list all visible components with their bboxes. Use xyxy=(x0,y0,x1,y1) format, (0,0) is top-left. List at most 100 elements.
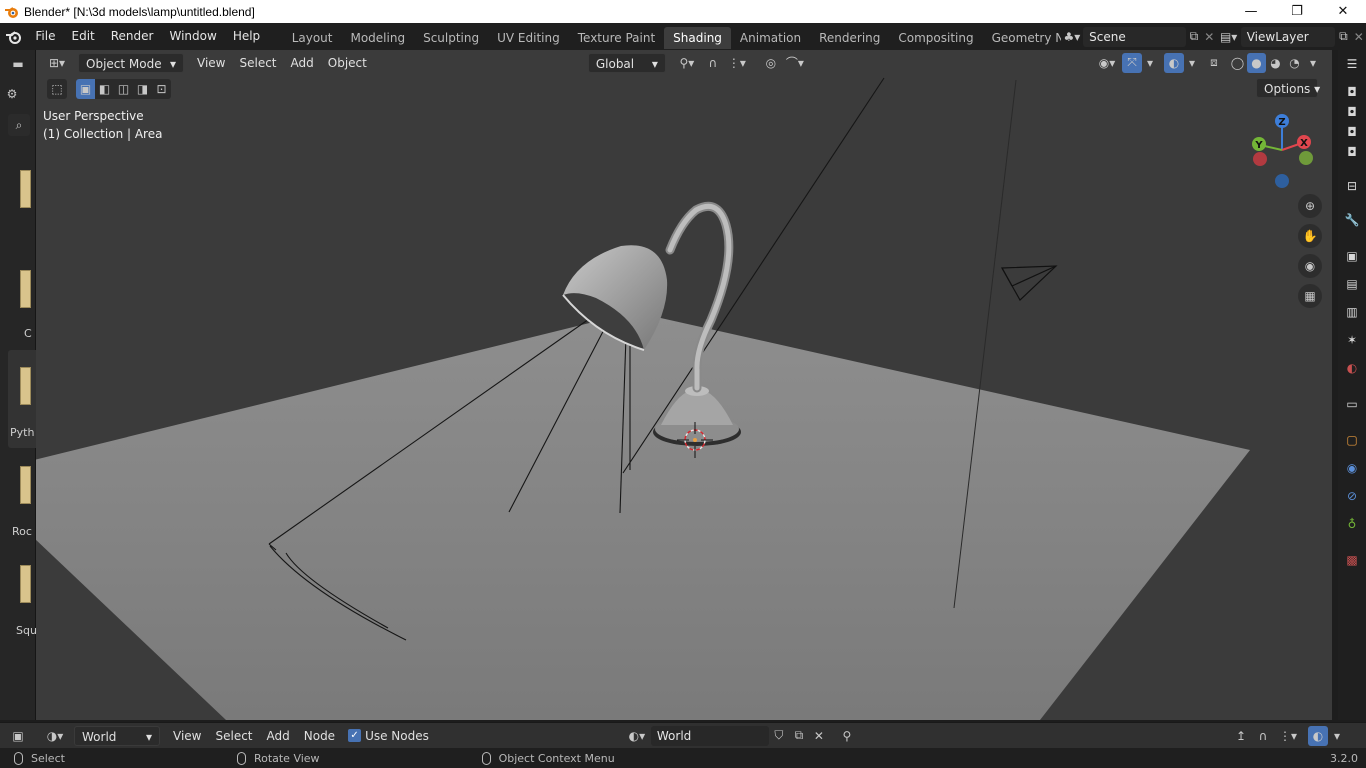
select-extend-icon[interactable]: ◧ xyxy=(95,79,114,99)
select-intersect-icon[interactable]: ⊡ xyxy=(152,79,171,99)
minimize-button[interactable]: — xyxy=(1228,0,1274,23)
tool-icon[interactable]: 🔧 xyxy=(1342,210,1362,230)
tab-geometry-nodes[interactable]: Geometry Noc xyxy=(983,27,1061,49)
menu-edit[interactable]: Edit xyxy=(64,23,103,50)
transform-orientation-dropdown[interactable]: Global ▾ xyxy=(587,52,666,73)
perspective-toggle-icon[interactable]: ▦ xyxy=(1298,284,1322,308)
shading-options-icon[interactable]: ▾ xyxy=(1304,53,1322,73)
pin-icon[interactable]: ⚲ xyxy=(835,729,859,743)
tab-animation[interactable]: Animation xyxy=(731,27,810,49)
tab-uv-editing[interactable]: UV Editing xyxy=(488,27,569,49)
falloff-icon[interactable]: ⌒▾ xyxy=(782,53,808,73)
tab-layout[interactable]: Layout xyxy=(283,27,342,49)
navigation-gizmo[interactable]: Z X Y xyxy=(1244,112,1316,190)
remove-scene-icon[interactable]: ✕ xyxy=(1202,30,1217,44)
menu-help[interactable]: Help xyxy=(225,23,268,50)
collection-icon[interactable]: ▭ xyxy=(1342,394,1362,414)
snap-node-icon[interactable]: ∩ xyxy=(1252,729,1274,743)
file-thumbnail-3[interactable] xyxy=(20,367,31,405)
tab-texture-paint[interactable]: Texture Paint xyxy=(569,27,664,49)
solid-shading-icon[interactable]: ● xyxy=(1247,52,1266,73)
blender-icon[interactable]: ⚙ xyxy=(2,84,22,104)
file-thumbnail-5[interactable] xyxy=(20,565,31,603)
scene-selector-icon[interactable]: ♣▾ xyxy=(1061,26,1084,48)
object-data-light-icon[interactable]: ♁ xyxy=(1342,514,1362,534)
search-icon[interactable]: ⌕ xyxy=(8,114,30,136)
camera-view-icon[interactable]: ◉ xyxy=(1298,254,1322,278)
file-thumbnail-4[interactable] xyxy=(20,466,31,504)
scene-icon[interactable]: ✶ xyxy=(1342,330,1362,350)
render-icon[interactable]: ▣ xyxy=(1342,246,1362,266)
select-new-icon[interactable]: ▣ xyxy=(76,79,95,99)
menu-view[interactable]: View xyxy=(190,53,232,73)
camera-icon-1[interactable]: ◘ xyxy=(1342,82,1362,102)
tab-compositing[interactable]: Compositing xyxy=(889,27,982,49)
options-dropdown[interactable]: Options ▾ xyxy=(1256,78,1320,98)
world-icon[interactable]: ◐ xyxy=(1342,358,1362,378)
blender-menu-icon[interactable] xyxy=(0,23,27,50)
node-overlay-icon[interactable]: ◐ xyxy=(1308,725,1328,746)
menu-select-node[interactable]: Select xyxy=(208,726,259,746)
node-overlay-options-icon[interactable]: ▾ xyxy=(1328,729,1346,743)
menu-window[interactable]: Window xyxy=(161,23,224,50)
mode-dropdown[interactable]: Object Mode ▾ xyxy=(78,52,184,73)
file-thumbnail-2[interactable] xyxy=(20,270,31,308)
camera-icon-4[interactable]: ◘ xyxy=(1342,142,1362,162)
view-layer-icon[interactable]: ▥ xyxy=(1342,302,1362,322)
world-name-field[interactable]: World xyxy=(650,725,769,746)
object-icon[interactable]: ▢ xyxy=(1342,430,1362,450)
snap-icon[interactable]: ∩ xyxy=(702,53,724,73)
menu-render[interactable]: Render xyxy=(103,23,162,50)
output-icon[interactable]: ▤ xyxy=(1342,274,1362,294)
folder-icon[interactable]: ▬ xyxy=(8,54,28,74)
remove-view-layer-icon[interactable]: ✕ xyxy=(1352,30,1366,44)
menu-object[interactable]: Object xyxy=(321,53,374,73)
world-browse-icon[interactable]: ◐▾ xyxy=(623,726,651,746)
menu-select[interactable]: Select xyxy=(232,53,283,73)
proportional-edit-icon[interactable]: ◎ xyxy=(760,53,782,73)
view-layer-name-field[interactable]: ViewLayer xyxy=(1240,26,1336,47)
fake-user-icon[interactable]: ⛉ xyxy=(769,728,789,743)
gizmo-toggle-icon[interactable]: ⤧ xyxy=(1122,52,1142,73)
select-tool-icon[interactable]: ⬚ xyxy=(47,79,67,99)
outliner-icon[interactable]: ☰ xyxy=(1342,54,1362,74)
visibility-icon[interactable]: ◉▾ xyxy=(1092,53,1122,73)
new-view-layer-icon[interactable]: ⧉ xyxy=(1335,29,1351,44)
menu-file[interactable]: File xyxy=(27,23,63,50)
editor-type-icon[interactable]: ⊞▾ xyxy=(40,53,74,73)
pan-hand-icon[interactable]: ✋ xyxy=(1298,224,1322,248)
menu-node[interactable]: Node xyxy=(297,726,342,746)
overlay-toggle-icon[interactable]: ◐ xyxy=(1164,52,1184,73)
menu-add[interactable]: Add xyxy=(284,53,321,73)
tab-sculpting[interactable]: Sculpting xyxy=(414,27,488,49)
camera-icon-2[interactable]: ◘ xyxy=(1342,102,1362,122)
properties-editor-icon[interactable]: ⊟ xyxy=(1342,176,1362,196)
shader-type-dropdown[interactable]: World ▾ xyxy=(74,725,160,746)
tab-rendering[interactable]: Rendering xyxy=(810,27,889,49)
scene-name-field[interactable]: Scene xyxy=(1083,26,1186,47)
parent-node-tree-icon[interactable]: ↥ xyxy=(1230,729,1252,743)
gizmo-options-icon[interactable]: ▾ xyxy=(1142,53,1158,73)
file-thumbnail-1[interactable] xyxy=(20,170,31,208)
zoom-icon[interactable]: ⊕ xyxy=(1298,194,1322,218)
select-subtract-icon[interactable]: ◫ xyxy=(114,79,133,99)
pivot-point-icon[interactable]: ⚲▾ xyxy=(672,53,702,73)
use-nodes-checkbox[interactable]: ✓ Use Nodes xyxy=(348,729,429,743)
physics-icon[interactable]: ◉ xyxy=(1342,458,1362,478)
new-world-icon[interactable]: ⧉ xyxy=(789,728,809,743)
material-shading-icon[interactable]: ◕ xyxy=(1266,53,1285,73)
tab-modeling[interactable]: Modeling xyxy=(341,27,414,49)
restore-button[interactable]: ❐ xyxy=(1274,0,1320,23)
3d-viewport[interactable]: ⬚ ▣ ◧ ◫ ◨ ⊡ User Perspective (1) Collect… xyxy=(36,50,1332,720)
tab-shading[interactable]: Shading xyxy=(664,27,731,49)
xray-icon[interactable]: ⧈ xyxy=(1204,53,1224,73)
view-layer-selector-icon[interactable]: ▤▾ xyxy=(1217,30,1241,44)
snap-target-icon[interactable]: ⋮▾ xyxy=(724,53,750,73)
menu-view-node[interactable]: View xyxy=(166,726,208,746)
wireframe-shading-icon[interactable]: ◯ xyxy=(1228,53,1247,73)
editor-type-icon-bottom[interactable]: ▣ xyxy=(8,726,28,746)
new-scene-icon[interactable]: ⧉ xyxy=(1186,29,1202,44)
snap-node-options-icon[interactable]: ⋮▾ xyxy=(1274,729,1302,743)
close-button[interactable]: ✕ xyxy=(1320,0,1366,23)
rendered-shading-icon[interactable]: ◔ xyxy=(1285,53,1304,73)
